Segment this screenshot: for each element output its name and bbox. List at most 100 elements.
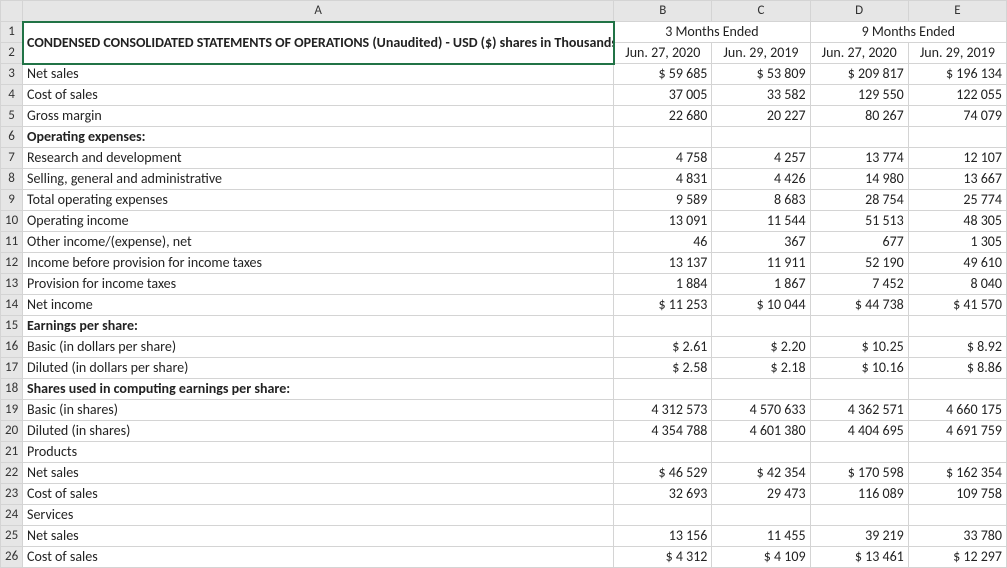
cell-E9[interactable]: 25 774 [908, 190, 1006, 211]
cell-E6[interactable] [908, 127, 1006, 148]
cell-E25[interactable]: 33 780 [908, 526, 1006, 547]
cell-A9[interactable]: Total operating expenses [23, 190, 614, 211]
cell-C8[interactable]: 4 426 [712, 169, 810, 190]
cell-C24[interactable] [712, 505, 810, 526]
cell-D4[interactable]: 129 550 [810, 85, 908, 106]
cell-A1[interactable]: CONDENSED CONSOLIDATED STATEMENTS OF OPE… [23, 22, 614, 64]
cell-C11[interactable]: 367 [712, 232, 810, 253]
row-header-20[interactable]: 20 [1, 421, 23, 442]
cell-E19[interactable]: 4 660 175 [908, 400, 1006, 421]
cell-B19[interactable]: 4 312 573 [614, 400, 712, 421]
cell-D5[interactable]: 80 267 [810, 106, 908, 127]
cell-C22[interactable]: $ 42 354 [712, 463, 810, 484]
cell-B11[interactable]: 46 [614, 232, 712, 253]
cell-D15[interactable] [810, 316, 908, 337]
cell-E11[interactable]: 1 305 [908, 232, 1006, 253]
cell-B26[interactable]: $ 4 312 [614, 547, 712, 568]
spreadsheet-grid[interactable]: A B C D E 1CONDENSED CONSOLIDATED STATEM… [0, 0, 1007, 568]
cell-B9[interactable]: 9 589 [614, 190, 712, 211]
cell-A4[interactable]: Cost of sales [23, 85, 614, 106]
cell-E21[interactable] [908, 442, 1006, 463]
cell-A26[interactable]: Cost of sales [23, 547, 614, 568]
cell-B20[interactable]: 4 354 788 [614, 421, 712, 442]
cell-C15[interactable] [712, 316, 810, 337]
cell-A11[interactable]: Other income/(expense), net [23, 232, 614, 253]
row-header-25[interactable]: 25 [1, 526, 23, 547]
row-header-19[interactable]: 19 [1, 400, 23, 421]
cell-E12[interactable]: 49 610 [908, 253, 1006, 274]
cell-C21[interactable] [712, 442, 810, 463]
row-header-22[interactable]: 22 [1, 463, 23, 484]
cell-B12[interactable]: 13 137 [614, 253, 712, 274]
col-header-A[interactable]: A [23, 1, 614, 22]
cell-D3[interactable]: $ 209 817 [810, 64, 908, 85]
cell-B13[interactable]: 1 884 [614, 274, 712, 295]
cell-D25[interactable]: 39 219 [810, 526, 908, 547]
col-header-E[interactable]: E [908, 1, 1006, 22]
row-header-16[interactable]: 16 [1, 337, 23, 358]
cell-A17[interactable]: Diluted (in dollars per share) [23, 358, 614, 379]
row-header-7[interactable]: 7 [1, 148, 23, 169]
cell-E26[interactable]: $ 12 297 [908, 547, 1006, 568]
row-header-26[interactable]: 26 [1, 547, 23, 568]
cell-E22[interactable]: $ 162 354 [908, 463, 1006, 484]
row-header-6[interactable]: 6 [1, 127, 23, 148]
row-header-12[interactable]: 12 [1, 253, 23, 274]
cell-C16[interactable]: $ 2.20 [712, 337, 810, 358]
cell-E24[interactable] [908, 505, 1006, 526]
cell-B25[interactable]: 13 156 [614, 526, 712, 547]
cell-D23[interactable]: 116 089 [810, 484, 908, 505]
cell-E20[interactable]: 4 691 759 [908, 421, 1006, 442]
row-header-15[interactable]: 15 [1, 316, 23, 337]
cell-B16[interactable]: $ 2.61 [614, 337, 712, 358]
cell-E2[interactable]: Jun. 29, 2019 [908, 43, 1006, 64]
cell-A12[interactable]: Income before provision for income taxes [23, 253, 614, 274]
row-header-13[interactable]: 13 [1, 274, 23, 295]
row-header-24[interactable]: 24 [1, 505, 23, 526]
col-header-D[interactable]: D [810, 1, 908, 22]
cell-B14[interactable]: $ 11 253 [614, 295, 712, 316]
cell-B10[interactable]: 13 091 [614, 211, 712, 232]
select-all-corner[interactable] [1, 1, 23, 22]
cell-B22[interactable]: $ 46 529 [614, 463, 712, 484]
cell-C26[interactable]: $ 4 109 [712, 547, 810, 568]
cell-D7[interactable]: 13 774 [810, 148, 908, 169]
cell-D2[interactable]: Jun. 27, 2020 [810, 43, 908, 64]
cell-D11[interactable]: 677 [810, 232, 908, 253]
cell-C7[interactable]: 4 257 [712, 148, 810, 169]
row-header-8[interactable]: 8 [1, 169, 23, 190]
cell-C17[interactable]: $ 2.18 [712, 358, 810, 379]
cell-A8[interactable]: Selling, general and administrative [23, 169, 614, 190]
cell-A15[interactable]: Earnings per share: [23, 316, 614, 337]
cell-C5[interactable]: 20 227 [712, 106, 810, 127]
cell-A22[interactable]: Net sales [23, 463, 614, 484]
cell-D21[interactable] [810, 442, 908, 463]
cell-A24[interactable]: Services [23, 505, 614, 526]
cell-E10[interactable]: 48 305 [908, 211, 1006, 232]
cell-D22[interactable]: $ 170 598 [810, 463, 908, 484]
cell-A7[interactable]: Research and development [23, 148, 614, 169]
cell-D16[interactable]: $ 10.25 [810, 337, 908, 358]
col-header-C[interactable]: C [712, 1, 810, 22]
row-header-3[interactable]: 3 [1, 64, 23, 85]
cell-A3[interactable]: Net sales [23, 64, 614, 85]
cell-D13[interactable]: 7 452 [810, 274, 908, 295]
row-header-17[interactable]: 17 [1, 358, 23, 379]
cell-A13[interactable]: Provision for income taxes [23, 274, 614, 295]
cell-E8[interactable]: 13 667 [908, 169, 1006, 190]
row-header-9[interactable]: 9 [1, 190, 23, 211]
cell-A20[interactable]: Diluted (in shares) [23, 421, 614, 442]
row-header-14[interactable]: 14 [1, 295, 23, 316]
cell-B24[interactable] [614, 505, 712, 526]
cell-C6[interactable] [712, 127, 810, 148]
cell-C14[interactable]: $ 10 044 [712, 295, 810, 316]
cell-A16[interactable]: Basic (in dollars per share) [23, 337, 614, 358]
cell-E23[interactable]: 109 758 [908, 484, 1006, 505]
cell-A5[interactable]: Gross margin [23, 106, 614, 127]
cell-D10[interactable]: 51 513 [810, 211, 908, 232]
cell-E16[interactable]: $ 8.92 [908, 337, 1006, 358]
cell-C25[interactable]: 11 455 [712, 526, 810, 547]
cell-A10[interactable]: Operating income [23, 211, 614, 232]
cell-B8[interactable]: 4 831 [614, 169, 712, 190]
cell-D17[interactable]: $ 10.16 [810, 358, 908, 379]
